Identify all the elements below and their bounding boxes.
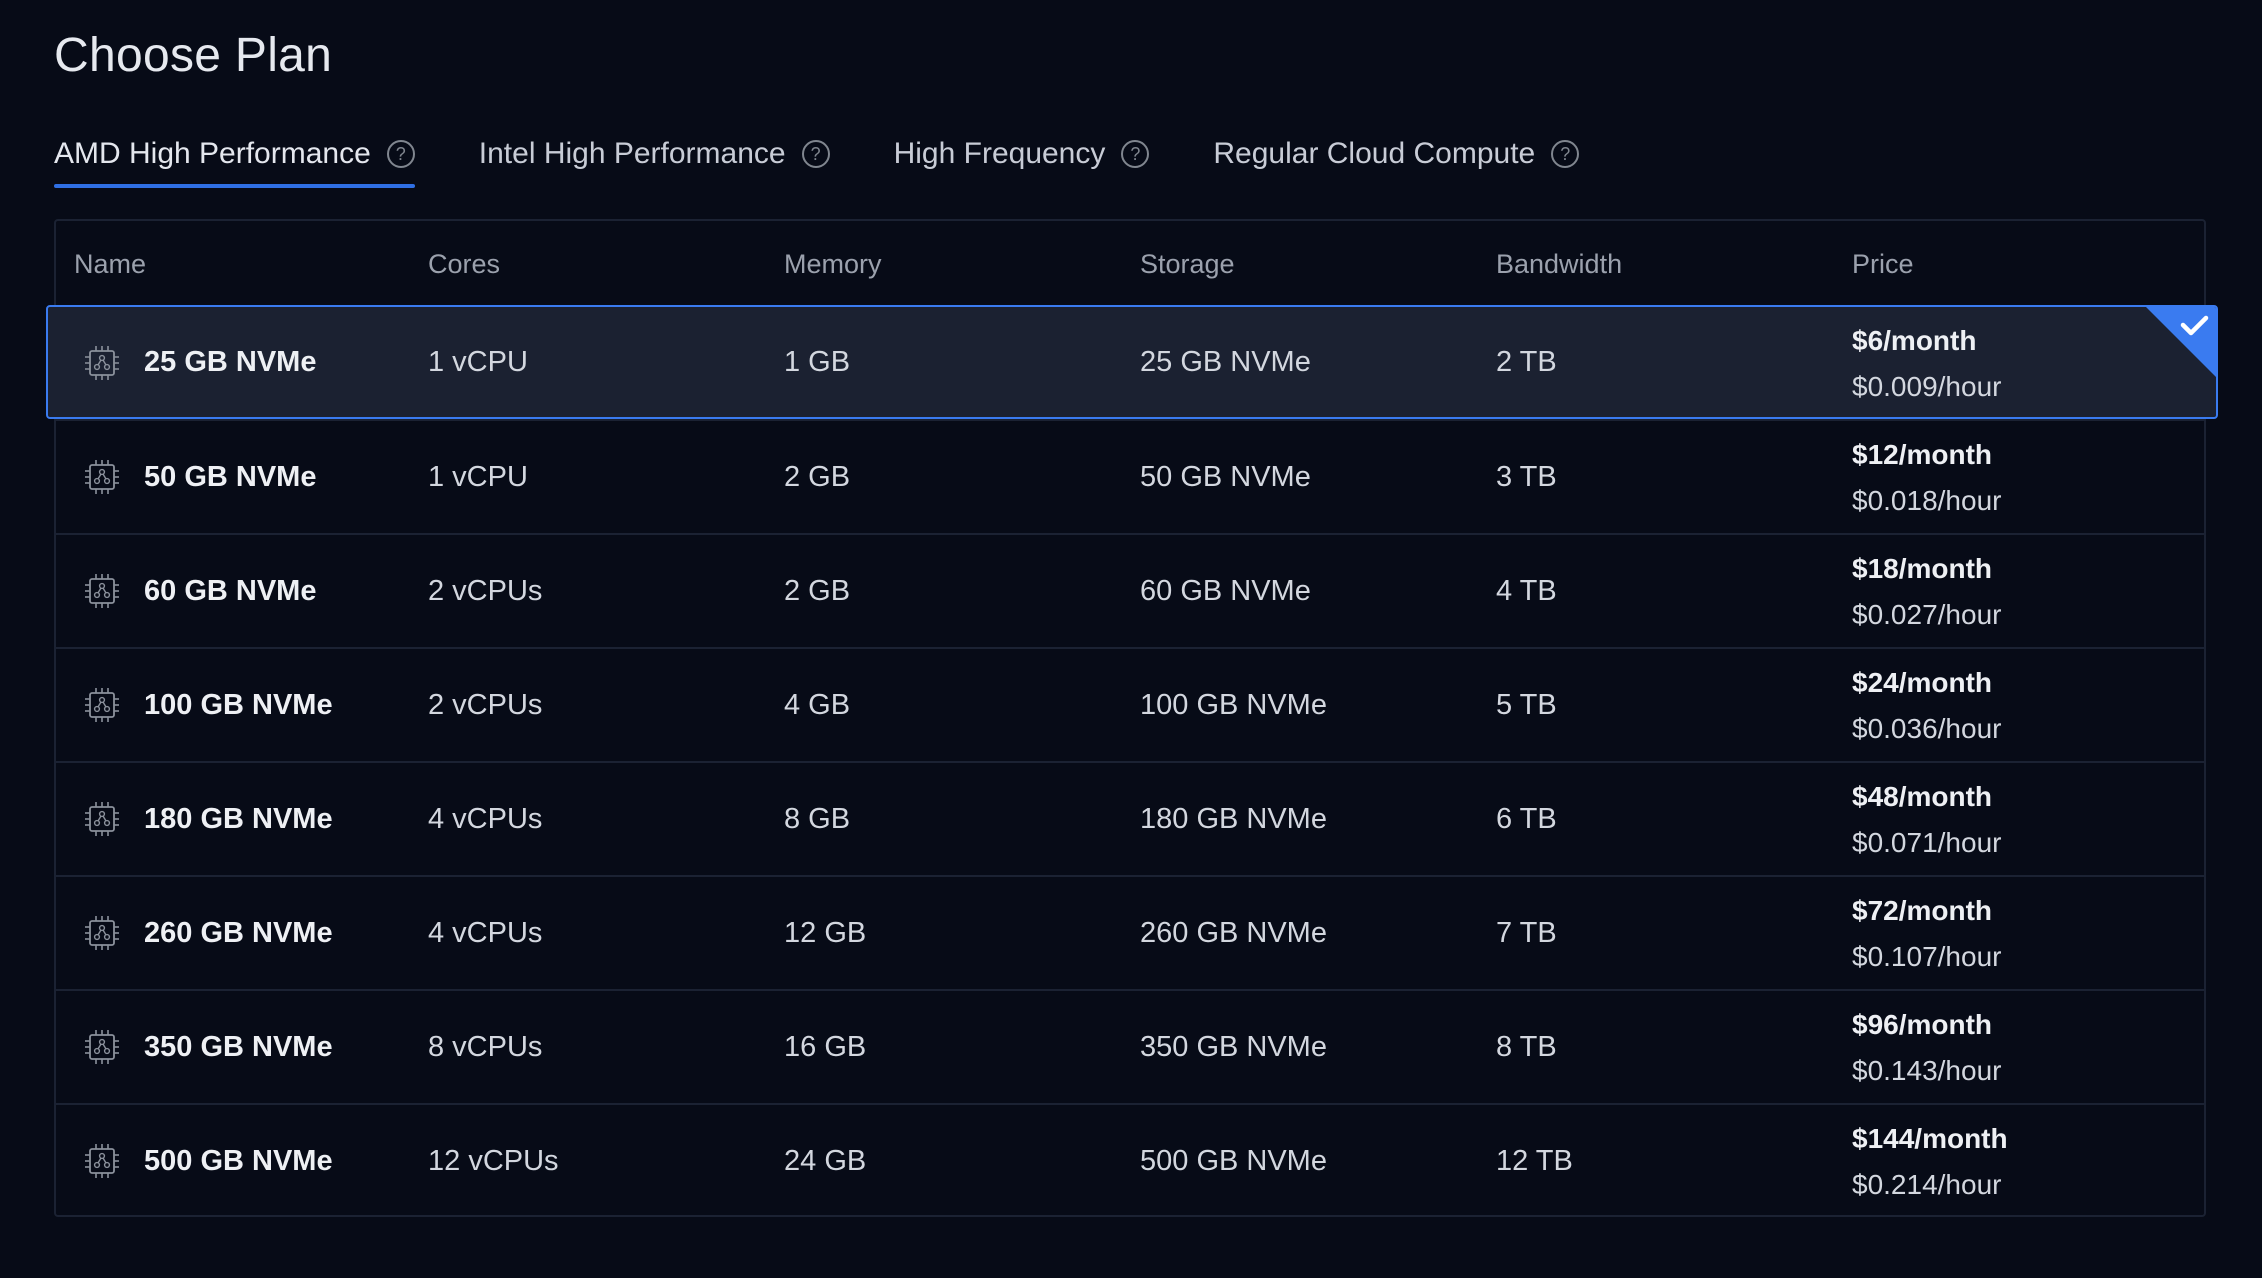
plan-storage: 50 GB NVMe bbox=[1140, 460, 1311, 493]
tab-label: Intel High Performance bbox=[478, 137, 786, 170]
header-bandwidth: Bandwidth bbox=[1496, 249, 1623, 279]
plan-memory: 1 GB bbox=[784, 345, 851, 378]
plan-price-hour: $0.107/hour bbox=[1852, 941, 2002, 972]
plan-cores: 4 vCPUs bbox=[428, 802, 543, 835]
plan-bandwidth: 4 TB bbox=[1496, 574, 1557, 607]
plan-cores: 2 vCPUs bbox=[428, 574, 543, 607]
plan-cores: 2 vCPUs bbox=[428, 688, 543, 721]
header-price: Price bbox=[1852, 249, 1914, 279]
cpu-chip-icon bbox=[85, 802, 119, 836]
plan-memory: 12 GB bbox=[784, 916, 867, 949]
plan-name: 180 GB NVMe bbox=[144, 802, 333, 835]
plan-name: 350 GB NVMe bbox=[144, 1030, 333, 1063]
plan-bandwidth: 3 TB bbox=[1496, 460, 1557, 493]
plan-price-hour: $0.009/hour bbox=[1852, 371, 2002, 402]
cpu-chip-icon bbox=[85, 1030, 119, 1064]
header-storage: Storage bbox=[1140, 249, 1235, 279]
tab-label: AMD High Performance bbox=[54, 137, 371, 170]
plan-bandwidth: 12 TB bbox=[1496, 1144, 1573, 1177]
plan-name: 25 GB NVMe bbox=[144, 345, 317, 378]
plan-storage: 180 GB NVMe bbox=[1140, 802, 1327, 835]
cpu-chip-icon bbox=[85, 688, 119, 722]
question-circle-icon[interactable]: ? bbox=[1121, 140, 1150, 168]
cpu-chip-icon bbox=[85, 1144, 119, 1178]
plan-memory: 8 GB bbox=[784, 802, 851, 835]
plan-type-tabs: AMD High Performance ? Intel High Perfor… bbox=[54, 130, 1643, 192]
plan-cores: 1 vCPU bbox=[428, 460, 528, 493]
plan-row[interactable]: 100 GB NVMe 2 vCPUs 4 GB 100 GB NVMe 5 T… bbox=[56, 647, 2204, 761]
plan-bandwidth: 2 TB bbox=[1496, 345, 1557, 378]
plan-row[interactable]: 260 GB NVMe 4 vCPUs 12 GB 260 GB NVMe 7 … bbox=[56, 875, 2204, 989]
plan-bandwidth: 5 TB bbox=[1496, 688, 1557, 721]
page-title: Choose Plan bbox=[54, 29, 333, 82]
cpu-chip-icon bbox=[85, 916, 119, 950]
plan-price-month: $12/month bbox=[1852, 439, 1993, 470]
plan-row[interactable]: 180 GB NVMe 4 vCPUs 8 GB 180 GB NVMe 6 T… bbox=[56, 761, 2204, 875]
plan-cores: 12 vCPUs bbox=[428, 1144, 559, 1177]
plan-storage: 260 GB NVMe bbox=[1140, 916, 1327, 949]
plan-price-hour: $0.071/hour bbox=[1852, 827, 2002, 858]
plan-row[interactable]: 350 GB NVMe 8 vCPUs 16 GB 350 GB NVMe 8 … bbox=[56, 989, 2204, 1103]
plan-storage: 500 GB NVMe bbox=[1140, 1144, 1327, 1177]
plan-storage: 350 GB NVMe bbox=[1140, 1030, 1327, 1063]
plan-memory: 24 GB bbox=[784, 1144, 867, 1177]
plan-price-hour: $0.036/hour bbox=[1852, 713, 2002, 744]
plan-price-month: $144/month bbox=[1852, 1123, 2008, 1154]
plan-price-month: $48/month bbox=[1852, 781, 1993, 812]
question-circle-icon[interactable]: ? bbox=[801, 140, 830, 168]
tab-intel-high-performance[interactable]: Intel High Performance ? bbox=[479, 130, 830, 178]
header-cores: Cores bbox=[428, 249, 501, 279]
header-memory: Memory bbox=[784, 249, 882, 279]
question-circle-icon[interactable]: ? bbox=[386, 140, 415, 168]
plan-name: 100 GB NVMe bbox=[144, 688, 333, 721]
question-circle-icon[interactable]: ? bbox=[1551, 140, 1580, 168]
plan-price-month: $18/month bbox=[1852, 553, 1993, 584]
plan-row[interactable]: 50 GB NVMe 1 vCPU 2 GB 50 GB NVMe 3 TB $… bbox=[56, 419, 2204, 533]
plan-bandwidth: 7 TB bbox=[1496, 916, 1557, 949]
plan-price-month: $6/month bbox=[1852, 325, 1977, 356]
plan-bandwidth: 6 TB bbox=[1496, 802, 1557, 835]
plan-price-hour: $0.018/hour bbox=[1852, 485, 2002, 516]
plan-memory: 2 GB bbox=[784, 574, 851, 607]
cpu-chip-icon bbox=[85, 346, 119, 380]
tab-amd-high-performance[interactable]: AMD High Performance ? bbox=[54, 130, 415, 188]
plan-price-hour: $0.214/hour bbox=[1852, 1169, 2002, 1200]
plan-storage: 100 GB NVMe bbox=[1140, 688, 1327, 721]
cpu-chip-icon bbox=[85, 460, 119, 494]
plan-name: 260 GB NVMe bbox=[144, 916, 333, 949]
plan-name: 50 GB NVMe bbox=[144, 460, 317, 493]
plan-memory: 4 GB bbox=[784, 688, 851, 721]
tab-high-frequency[interactable]: High Frequency ? bbox=[894, 130, 1150, 178]
plan-row[interactable]: 500 GB NVMe 12 vCPUs 24 GB 500 GB NVMe 1… bbox=[56, 1103, 2204, 1217]
cpu-chip-icon bbox=[85, 574, 119, 608]
plans-table: Name Cores Memory Storage Bandwidth Pric… bbox=[46, 219, 2218, 1217]
plan-memory: 16 GB bbox=[784, 1030, 867, 1063]
plan-memory: 2 GB bbox=[784, 460, 851, 493]
plan-price-hour: $0.143/hour bbox=[1852, 1055, 2002, 1086]
checkmark-corner-icon bbox=[2146, 307, 2216, 377]
plan-price-month: $96/month bbox=[1852, 1009, 1993, 1040]
plan-bandwidth: 8 TB bbox=[1496, 1030, 1557, 1063]
table-header: Name Cores Memory Storage Bandwidth Pric… bbox=[56, 221, 2204, 305]
plan-cores: 8 vCPUs bbox=[428, 1030, 543, 1063]
tab-regular-cloud-compute[interactable]: Regular Cloud Compute ? bbox=[1213, 130, 1580, 178]
tab-label: High Frequency bbox=[893, 137, 1106, 170]
plan-price-month: $24/month bbox=[1852, 667, 1993, 698]
header-name: Name bbox=[74, 249, 147, 279]
plan-price-month: $72/month bbox=[1852, 895, 1993, 926]
plan-name: 500 GB NVMe bbox=[144, 1144, 333, 1177]
plan-row-selected[interactable]: 25 GB NVMe 1 vCPU 1 GB 25 GB NVMe 2 TB $… bbox=[46, 305, 2218, 419]
plan-price-hour: $0.027/hour bbox=[1852, 599, 2002, 630]
plan-storage: 60 GB NVMe bbox=[1140, 574, 1311, 607]
plan-storage: 25 GB NVMe bbox=[1140, 345, 1311, 378]
tab-label: Regular Cloud Compute bbox=[1213, 137, 1536, 170]
plan-row[interactable]: 60 GB NVMe 2 vCPUs 2 GB 60 GB NVMe 4 TB … bbox=[56, 533, 2204, 647]
plan-name: 60 GB NVMe bbox=[144, 574, 317, 607]
choose-plan-page: Choose Plan AMD High Performance ? Intel… bbox=[0, 0, 2262, 1278]
plan-cores: 1 vCPU bbox=[428, 345, 528, 378]
plan-cores: 4 vCPUs bbox=[428, 916, 543, 949]
